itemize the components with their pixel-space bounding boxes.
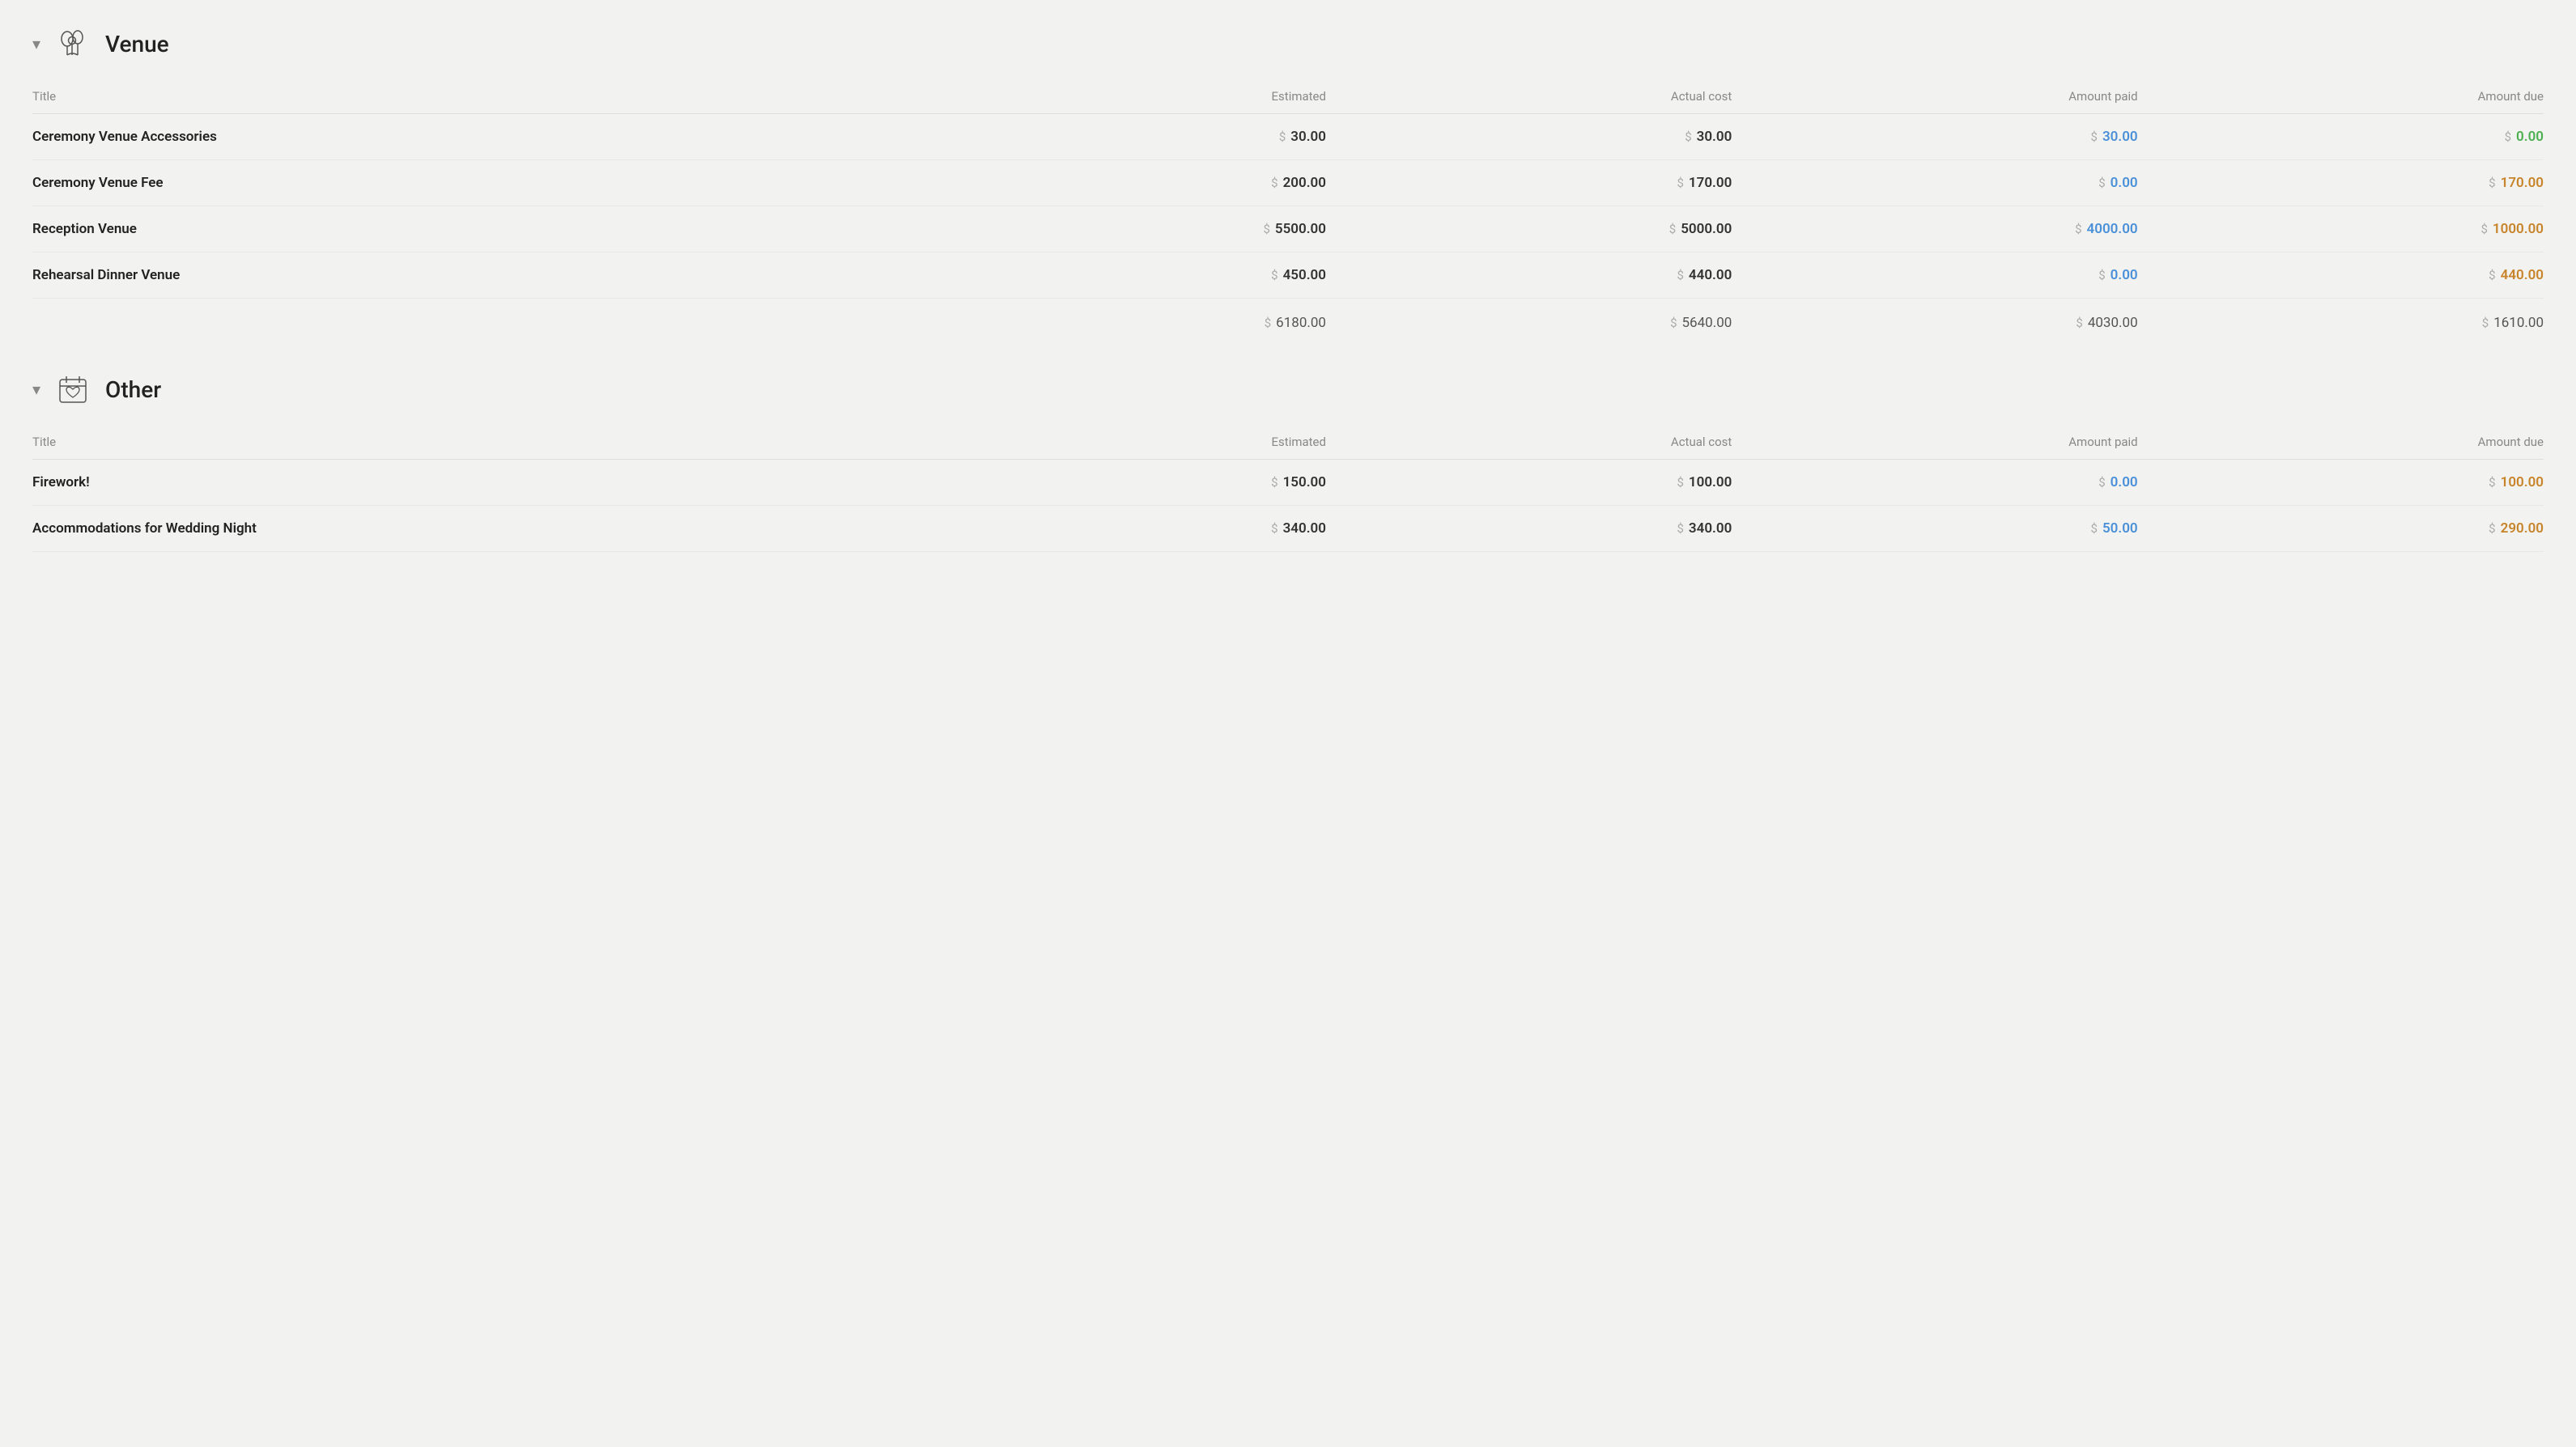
table-row: Accommodations for Wedding Night $ 340.0… xyxy=(32,506,2544,552)
row-estimated: $ 340.00 xyxy=(920,506,1326,552)
table-row: Ceremony Venue Fee $ 200.00 $ 170.00 $ 0… xyxy=(32,160,2544,206)
row-title: Reception Venue xyxy=(32,206,920,252)
venue-col-due: Amount due xyxy=(2138,83,2544,114)
other-col-actual: Actual cost xyxy=(1326,428,1732,460)
other-table: Title Estimated Actual cost Amount paid … xyxy=(32,428,2544,552)
row-actual: $ 30.00 xyxy=(1326,114,1732,160)
row-title: Firework! xyxy=(32,460,920,506)
row-actual: $ 440.00 xyxy=(1326,252,1732,299)
table-row: Reception Venue $ 5500.00 $ 5000.00 $ 40… xyxy=(32,206,2544,252)
row-title: Ceremony Venue Accessories xyxy=(32,114,920,160)
row-paid: $ 0.00 xyxy=(1732,160,2137,206)
venue-chevron-icon[interactable]: ▾ xyxy=(32,34,40,53)
row-estimated: $ 30.00 xyxy=(920,114,1326,160)
row-actual: $ 340.00 xyxy=(1326,506,1732,552)
row-title: Ceremony Venue Fee xyxy=(32,160,920,206)
totals-actual: $ 5640.00 xyxy=(1326,299,1732,338)
row-paid: $ 50.00 xyxy=(1732,506,2137,552)
venue-col-title: Title xyxy=(32,83,920,114)
other-title: Other xyxy=(105,376,161,403)
totals-row: $ 6180.00 $ 5640.00 $ 4030.00 $ 1610.00 xyxy=(32,299,2544,338)
row-estimated: $ 200.00 xyxy=(920,160,1326,206)
venue-section: ▾ Venue Title Estimated Actual cost Amou… xyxy=(32,24,2544,337)
venue-section-header: ▾ Venue xyxy=(32,24,2544,63)
row-due: $ 100.00 xyxy=(2138,460,2544,506)
row-paid: $ 0.00 xyxy=(1732,252,2137,299)
totals-empty xyxy=(32,299,920,338)
venue-col-paid: Amount paid xyxy=(1732,83,2137,114)
row-due: $ 440.00 xyxy=(2138,252,2544,299)
venue-table: Title Estimated Actual cost Amount paid … xyxy=(32,83,2544,337)
other-col-paid: Amount paid xyxy=(1732,428,2137,460)
row-estimated: $ 150.00 xyxy=(920,460,1326,506)
venue-icon xyxy=(53,24,92,63)
row-due: $ 0.00 xyxy=(2138,114,2544,160)
venue-title: Venue xyxy=(105,31,169,57)
other-section: ▾ Other Title Estimated Actual cost Amou… xyxy=(32,370,2544,552)
table-row: Rehearsal Dinner Venue $ 450.00 $ 440.00… xyxy=(32,252,2544,299)
other-col-estimated: Estimated xyxy=(920,428,1326,460)
venue-col-estimated: Estimated xyxy=(920,83,1326,114)
venue-col-actual: Actual cost xyxy=(1326,83,1732,114)
row-due: $ 170.00 xyxy=(2138,160,2544,206)
row-actual: $ 5000.00 xyxy=(1326,206,1732,252)
row-due: $ 1000.00 xyxy=(2138,206,2544,252)
row-due: $ 290.00 xyxy=(2138,506,2544,552)
row-estimated: $ 5500.00 xyxy=(920,206,1326,252)
totals-paid: $ 4030.00 xyxy=(1732,299,2137,338)
other-icon xyxy=(53,370,92,409)
table-row: Ceremony Venue Accessories $ 30.00 $ 30.… xyxy=(32,114,2544,160)
row-title: Rehearsal Dinner Venue xyxy=(32,252,920,299)
totals-estimated: $ 6180.00 xyxy=(920,299,1326,338)
other-chevron-icon[interactable]: ▾ xyxy=(32,380,40,399)
row-paid: $ 0.00 xyxy=(1732,460,2137,506)
row-actual: $ 100.00 xyxy=(1326,460,1732,506)
row-paid: $ 4000.00 xyxy=(1732,206,2137,252)
row-actual: $ 170.00 xyxy=(1326,160,1732,206)
row-estimated: $ 450.00 xyxy=(920,252,1326,299)
table-row: Firework! $ 150.00 $ 100.00 $ 0.00 $ 100… xyxy=(32,460,2544,506)
row-title: Accommodations for Wedding Night xyxy=(32,506,920,552)
row-paid: $ 30.00 xyxy=(1732,114,2137,160)
other-col-due: Amount due xyxy=(2138,428,2544,460)
totals-due: $ 1610.00 xyxy=(2138,299,2544,338)
other-section-header: ▾ Other xyxy=(32,370,2544,409)
other-col-title: Title xyxy=(32,428,920,460)
